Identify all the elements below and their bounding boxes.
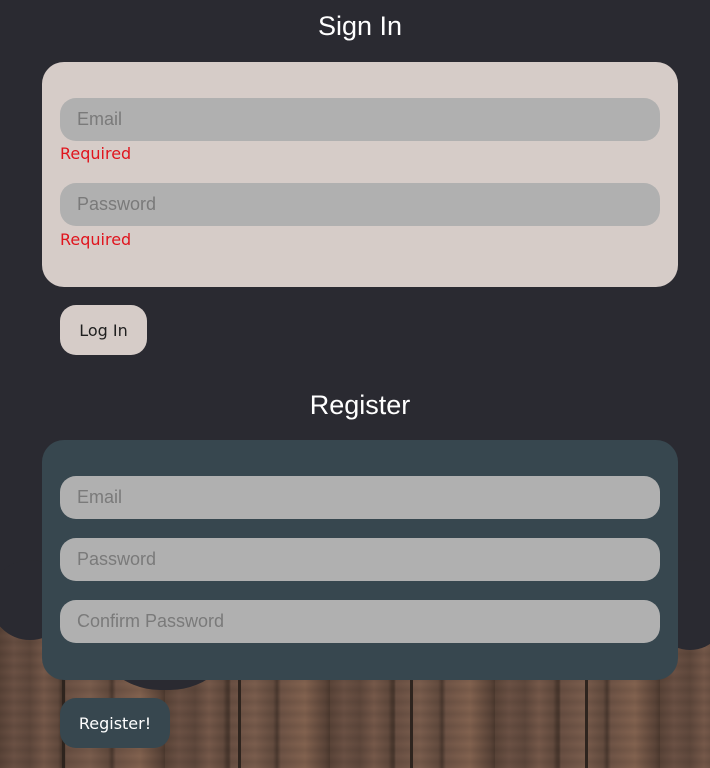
signin-email-error: Required xyxy=(60,144,132,163)
signin-form: Required Required xyxy=(42,62,678,287)
register-form xyxy=(42,440,678,680)
signin-password-error: Required xyxy=(60,230,132,249)
register-confirm-password-input[interactable] xyxy=(60,600,660,643)
signin-title: Sign In xyxy=(317,11,403,41)
login-button[interactable]: Log In xyxy=(60,305,147,355)
register-email-input[interactable] xyxy=(60,476,660,519)
signin-password-input[interactable] xyxy=(60,183,660,226)
signin-email-input[interactable] xyxy=(60,98,660,141)
register-button[interactable]: Register! xyxy=(60,698,170,748)
register-title: Register xyxy=(309,390,411,420)
register-password-input[interactable] xyxy=(60,538,660,581)
